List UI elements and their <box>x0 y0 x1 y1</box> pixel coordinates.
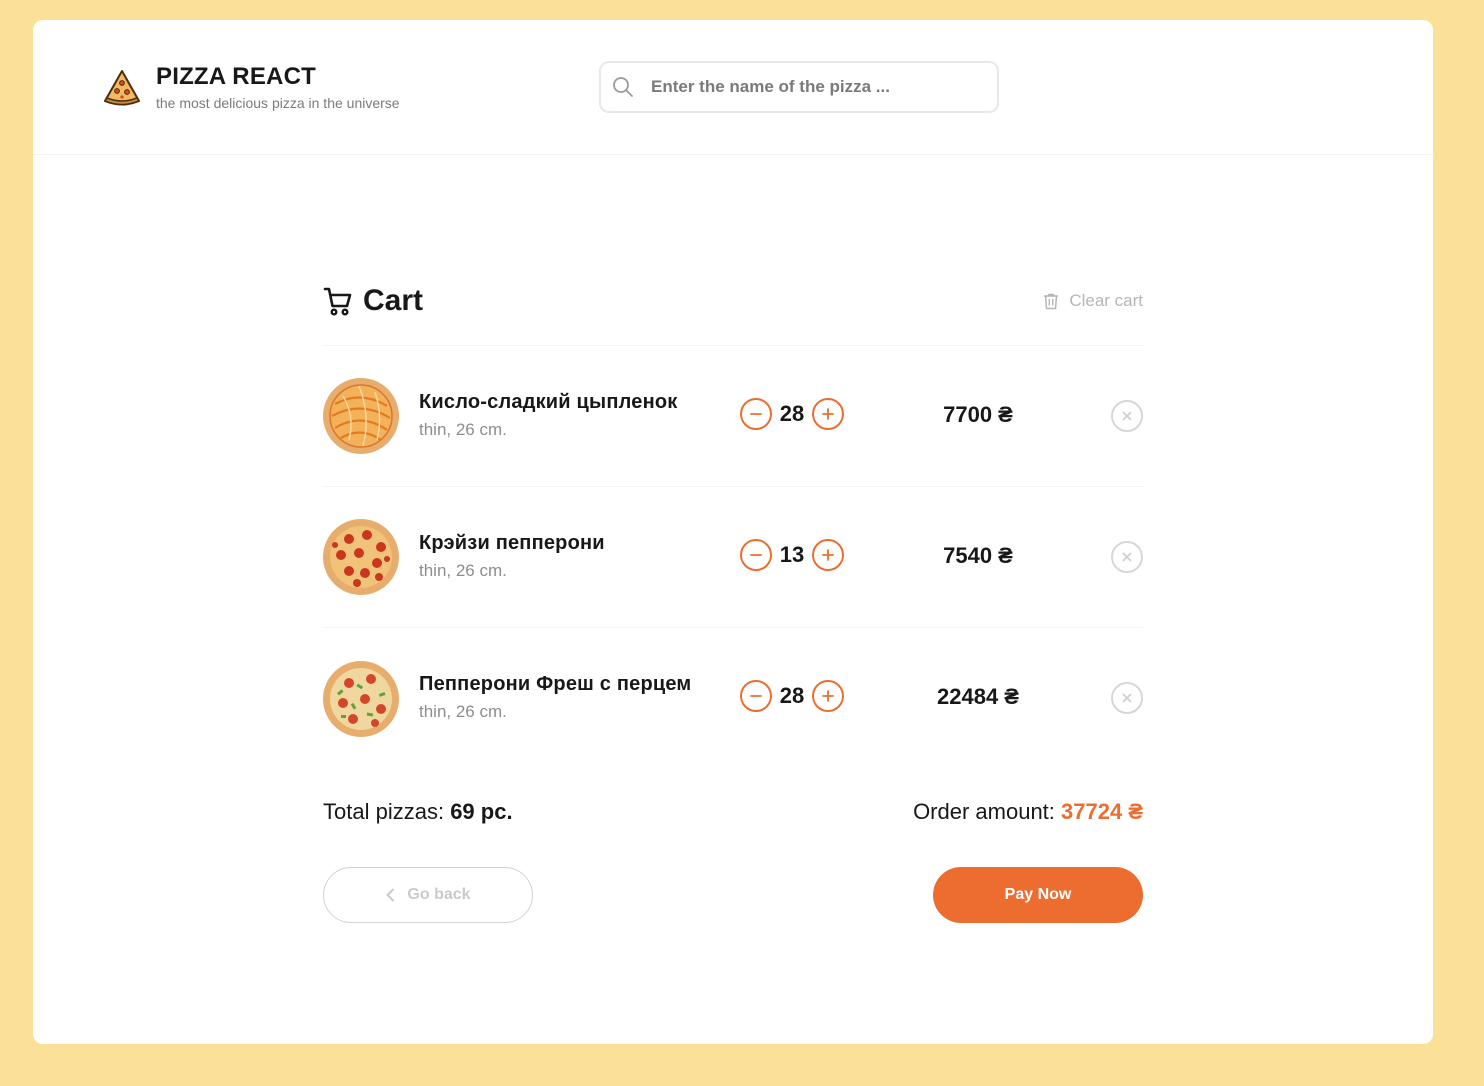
logo[interactable]: PIZZA REACT the most delicious pizza in … <box>102 64 400 111</box>
plus-icon <box>822 690 834 702</box>
order-amount: Order amount: 37724 ₴ <box>913 799 1143 825</box>
item-price: 7540 ₴ <box>943 543 1013 568</box>
order-amount-value: 37724 ₴ <box>1061 799 1143 824</box>
quantity-stepper: 28 <box>740 398 844 430</box>
search-input[interactable] <box>601 63 997 111</box>
app-title: PIZZA REACT <box>156 63 316 90</box>
cart-item: Пепперони Фреш с перцем thin, 26 cm. 28 … <box>323 628 1143 769</box>
cart-item: Крэйзи пепперони thin, 26 cm. 13 7540 ₴ <box>323 487 1143 628</box>
item-name: Пепперони Фреш с перцем <box>419 673 692 695</box>
item-count: 13 <box>779 542 805 567</box>
total-pizzas-value: 69 pc. <box>450 799 513 824</box>
clear-cart-label: Clear cart <box>1069 291 1143 310</box>
plus-icon <box>822 549 834 561</box>
close-icon <box>1122 693 1132 703</box>
item-name: Кисло-сладкий цыпленок <box>419 391 678 413</box>
cart-item: Кисло-сладкий цыпленок thin, 26 cm. 28 7… <box>323 346 1143 487</box>
chevron-left-icon <box>386 888 395 902</box>
minus-icon <box>750 554 762 556</box>
increment-button[interactable] <box>812 539 844 571</box>
item-info: Крэйзи пепперони thin, 26 cm. <box>419 532 605 581</box>
cart-icon <box>323 287 352 316</box>
total-pizzas: Total pizzas: 69 pc. <box>323 799 513 825</box>
pay-now-label: Pay Now <box>1004 886 1072 903</box>
decrement-button[interactable] <box>740 539 772 571</box>
item-details: thin, 26 cm. <box>419 561 507 580</box>
go-back-label: Go back <box>407 886 471 903</box>
page-container: PIZZA REACT the most delicious pizza in … <box>33 20 1433 1044</box>
app-subtitle: the most delicious pizza in the universe <box>156 95 400 111</box>
item-price: 22484 ₴ <box>937 684 1019 709</box>
cart-summary: Total pizzas: 69 pc. Order amount: 37724… <box>323 799 1143 825</box>
decrement-button[interactable] <box>740 398 772 430</box>
cart-items: Кисло-сладкий цыпленок thin, 26 cm. 28 7… <box>323 346 1143 769</box>
remove-item-button[interactable] <box>1111 541 1143 573</box>
pizza-logo-icon <box>103 69 141 105</box>
item-info: Пепперони Фреш с перцем thin, 26 cm. <box>419 673 691 722</box>
go-back-button[interactable]: Go back <box>323 867 533 923</box>
pizza-image <box>323 378 399 454</box>
plus-icon <box>822 408 834 420</box>
close-icon <box>1122 552 1132 562</box>
search-box <box>599 61 999 113</box>
cart-top: Cart Clear cart <box>323 280 1143 322</box>
cart-section: Cart Clear cart Кисло-сладкий цыпленок t… <box>323 280 1143 923</box>
pay-now-button[interactable]: Pay Now <box>933 867 1143 923</box>
search-icon <box>613 77 633 97</box>
close-icon <box>1122 411 1132 421</box>
total-pizzas-label: Total pizzas: <box>323 799 445 824</box>
item-price: 7700 ₴ <box>943 402 1013 427</box>
item-count: 28 <box>779 401 805 426</box>
cart-title: Cart <box>323 284 423 318</box>
header: PIZZA REACT the most delicious pizza in … <box>33 20 1433 155</box>
item-name: Крэйзи пепперони <box>419 532 605 554</box>
item-count: 28 <box>779 683 805 708</box>
increment-button[interactable] <box>812 680 844 712</box>
item-info: Кисло-сладкий цыпленок thin, 26 cm. <box>419 391 677 440</box>
remove-item-button[interactable] <box>1111 400 1143 432</box>
minus-icon <box>750 695 762 697</box>
trash-icon <box>1044 293 1059 310</box>
remove-item-button[interactable] <box>1111 682 1143 714</box>
pizza-image <box>323 519 399 595</box>
item-details: thin, 26 cm. <box>419 420 507 439</box>
item-details: thin, 26 cm. <box>419 702 507 721</box>
clear-cart-button[interactable]: Clear cart <box>1042 291 1143 311</box>
quantity-stepper: 28 <box>740 680 844 712</box>
increment-button[interactable] <box>812 398 844 430</box>
cart-buttons: Go back Pay Now <box>323 867 1143 923</box>
quantity-stepper: 13 <box>740 539 844 571</box>
order-amount-label: Order amount: <box>913 799 1055 824</box>
cart-title-label: Cart <box>363 284 424 317</box>
minus-icon <box>750 413 762 415</box>
pizza-image <box>323 660 399 737</box>
decrement-button[interactable] <box>740 680 772 712</box>
